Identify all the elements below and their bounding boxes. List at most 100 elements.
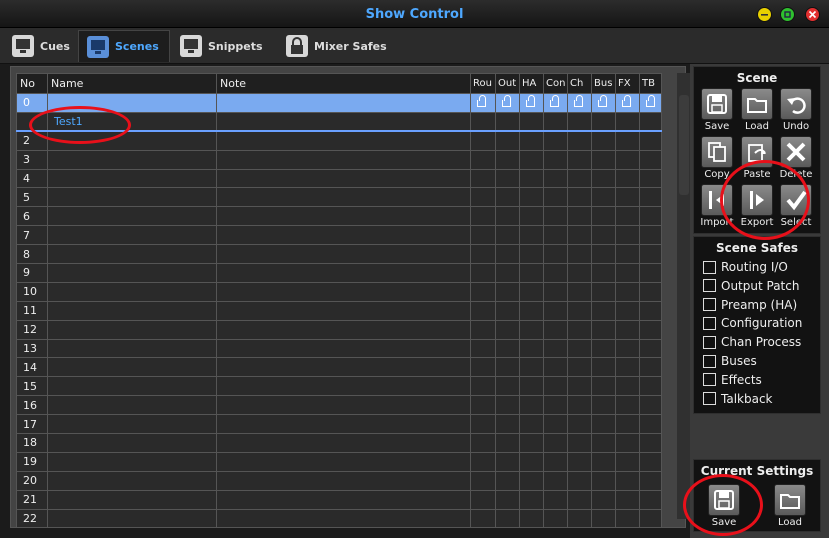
safe-cell[interactable] — [639, 489, 662, 510]
safe-cell[interactable] — [470, 281, 496, 302]
checkbox[interactable] — [703, 373, 716, 387]
scene-name-cell[interactable] — [47, 357, 217, 378]
safe-cell[interactable] — [543, 376, 568, 397]
safe-cell[interactable] — [591, 93, 616, 113]
table-row[interactable]: 4 — [16, 168, 662, 189]
safe-cell[interactable] — [470, 149, 496, 170]
safe-cell[interactable] — [495, 414, 520, 435]
safe-cell[interactable] — [543, 111, 568, 133]
scene-note-cell[interactable] — [216, 470, 471, 491]
column-header[interactable]: Ch — [567, 73, 592, 94]
safe-cell[interactable] — [470, 187, 496, 208]
safe-cell[interactable] — [470, 470, 496, 491]
safe-cell[interactable] — [470, 433, 496, 453]
safe-cell[interactable] — [615, 338, 640, 359]
scene-name-cell[interactable] — [47, 489, 217, 510]
scene-note-cell[interactable] — [216, 281, 471, 302]
scene-note-cell[interactable] — [216, 263, 471, 283]
safe-cell[interactable] — [639, 338, 662, 359]
safe-cell[interactable] — [470, 489, 496, 510]
safe-cell[interactable] — [495, 168, 520, 189]
safe-cell[interactable] — [615, 489, 640, 510]
safe-cell[interactable] — [495, 451, 520, 472]
safe-cell[interactable] — [519, 319, 544, 340]
checkbox[interactable] — [703, 335, 716, 349]
close-button[interactable] — [805, 7, 820, 22]
safe-cell[interactable] — [543, 470, 568, 491]
safe-cell[interactable] — [591, 168, 616, 189]
safe-cell[interactable] — [615, 508, 640, 529]
safe-cell[interactable] — [519, 376, 544, 397]
scene-note-cell[interactable] — [216, 489, 471, 510]
safe-cell[interactable] — [615, 206, 640, 227]
safe-cell[interactable] — [615, 319, 640, 340]
safe-cell[interactable] — [543, 338, 568, 359]
safe-cell[interactable] — [495, 149, 520, 170]
safe-cell[interactable] — [470, 263, 496, 283]
safe-cell[interactable] — [470, 508, 496, 529]
safe-cell[interactable] — [567, 111, 592, 133]
safe-cell[interactable] — [495, 489, 520, 510]
scene-name-cell[interactable] — [47, 225, 217, 246]
safe-cell[interactable] — [615, 451, 640, 472]
vertical-scrollbar[interactable] — [677, 73, 691, 519]
safe-cell[interactable] — [639, 376, 662, 397]
safe-cell[interactable] — [495, 225, 520, 246]
safe-cell[interactable] — [567, 187, 592, 208]
safe-cell[interactable] — [615, 300, 640, 321]
safe-cell[interactable] — [495, 470, 520, 491]
safe-cell[interactable] — [543, 149, 568, 170]
table-row[interactable]: 13 — [16, 338, 662, 359]
safe-cell[interactable] — [591, 451, 616, 472]
safe-cell[interactable] — [543, 225, 568, 246]
safe-cell[interactable] — [615, 433, 640, 453]
table-row[interactable]: 8 — [16, 244, 662, 265]
safe-cell[interactable] — [615, 357, 640, 378]
table-row[interactable]: 6 — [16, 206, 662, 227]
safe-cell[interactable] — [519, 111, 544, 133]
safe-cell[interactable] — [591, 130, 616, 151]
safe-cell[interactable] — [639, 111, 662, 133]
safe-cell[interactable] — [470, 395, 496, 416]
safe-cell[interactable] — [591, 206, 616, 227]
scene-note-cell[interactable] — [216, 319, 471, 340]
scene-note-cell[interactable] — [216, 206, 471, 227]
checkbox[interactable] — [703, 279, 716, 293]
table-row[interactable]: 11 — [16, 300, 662, 321]
safe-cell[interactable] — [567, 433, 592, 453]
safe-cell[interactable] — [495, 206, 520, 227]
safe-cell[interactable] — [591, 376, 616, 397]
safe-cell[interactable] — [615, 395, 640, 416]
table-row[interactable]: 17 — [16, 414, 662, 435]
safe-cell[interactable] — [567, 93, 592, 113]
column-header[interactable]: Bus — [591, 73, 616, 94]
safe-cell[interactable] — [615, 470, 640, 491]
undo-button[interactable]: Undo — [777, 88, 815, 132]
safe-cell[interactable] — [639, 508, 662, 529]
column-header[interactable]: TB — [639, 73, 662, 94]
safe-cell[interactable] — [591, 281, 616, 302]
safe-cell[interactable] — [470, 93, 496, 113]
safe-cell[interactable] — [519, 357, 544, 378]
scene-note-cell[interactable] — [216, 338, 471, 359]
safe-cell[interactable] — [591, 357, 616, 378]
scene-name-cell[interactable] — [47, 168, 217, 189]
safe-cell[interactable] — [495, 93, 520, 113]
scene-note-cell[interactable] — [216, 451, 471, 472]
safe-cell[interactable] — [591, 433, 616, 453]
safe-cell[interactable] — [639, 130, 662, 151]
scene-safe-option[interactable]: Routing I/O — [703, 260, 788, 274]
safe-cell[interactable] — [519, 93, 544, 113]
safe-cell[interactable] — [591, 470, 616, 491]
tab-mixer-safes[interactable]: Mixer Safes — [278, 30, 395, 62]
safe-cell[interactable] — [519, 187, 544, 208]
safe-cell[interactable] — [639, 433, 662, 453]
safe-cell[interactable] — [543, 130, 568, 151]
scene-note-cell[interactable] — [216, 414, 471, 435]
scene-name-cell[interactable] — [47, 187, 217, 208]
safe-cell[interactable] — [470, 244, 496, 265]
safe-cell[interactable] — [639, 93, 662, 113]
safe-cell[interactable] — [495, 244, 520, 265]
scene-name-cell[interactable] — [47, 414, 217, 435]
safe-cell[interactable] — [519, 168, 544, 189]
